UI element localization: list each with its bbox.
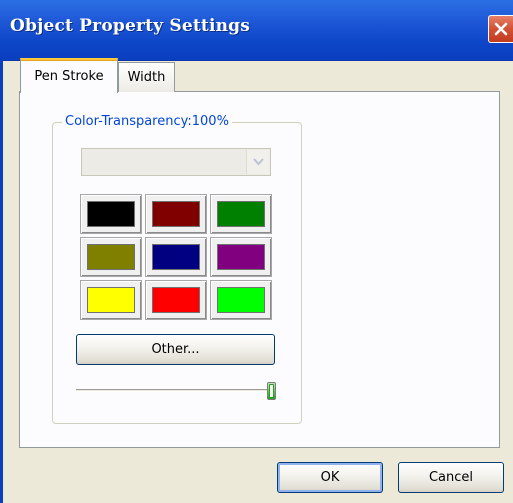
- color-swatch-lime[interactable]: [210, 280, 272, 320]
- transparency-slider[interactable]: [76, 389, 271, 392]
- color-swatch-olive[interactable]: [80, 237, 142, 277]
- close-icon: [494, 22, 508, 36]
- title-bar[interactable]: Object Property Settings: [0, 0, 513, 61]
- close-button[interactable]: [488, 15, 513, 43]
- color-swatch-fill: [87, 201, 135, 227]
- other-color-button[interactable]: Other...: [76, 334, 275, 365]
- color-swatch-fill: [87, 287, 135, 313]
- color-swatch-red[interactable]: [145, 280, 207, 320]
- color-swatch-fill: [152, 244, 200, 270]
- color-swatch-fill: [152, 201, 200, 227]
- color-swatch-navy[interactable]: [145, 237, 207, 277]
- color-swatch-fill: [217, 287, 265, 313]
- color-swatch-grid: [80, 194, 272, 320]
- tab-width[interactable]: Width: [118, 62, 175, 92]
- color-swatch-green[interactable]: [210, 194, 272, 234]
- color-swatch-fill: [217, 244, 265, 270]
- chevron-down-icon: [253, 158, 264, 166]
- tab-width-label: Width: [127, 70, 166, 85]
- color-swatch-maroon[interactable]: [145, 194, 207, 234]
- dialog-window: Object Property Settings Pen Stroke Widt…: [0, 0, 513, 503]
- color-swatch-purple[interactable]: [210, 237, 272, 277]
- color-swatch-fill: [152, 287, 200, 313]
- ok-button[interactable]: OK: [277, 462, 383, 493]
- color-swatch-black[interactable]: [80, 194, 142, 234]
- color-swatch-yellow[interactable]: [80, 280, 142, 320]
- color-dropdown-arrow[interactable]: [246, 150, 269, 174]
- tab-pen-stroke[interactable]: Pen Stroke: [20, 58, 118, 93]
- color-transparency-label: Color-Transparency:100%: [62, 114, 232, 129]
- color-dropdown[interactable]: [81, 148, 271, 176]
- tab-pen-stroke-label: Pen Stroke: [34, 69, 104, 84]
- color-swatch-fill: [87, 244, 135, 270]
- transparency-slider-thumb[interactable]: [267, 382, 276, 400]
- cancel-button[interactable]: Cancel: [398, 462, 504, 493]
- window-title: Object Property Settings: [10, 16, 251, 36]
- color-swatch-fill: [217, 201, 265, 227]
- window-left-border: [0, 60, 3, 503]
- slider-thumb-grip: [269, 384, 274, 398]
